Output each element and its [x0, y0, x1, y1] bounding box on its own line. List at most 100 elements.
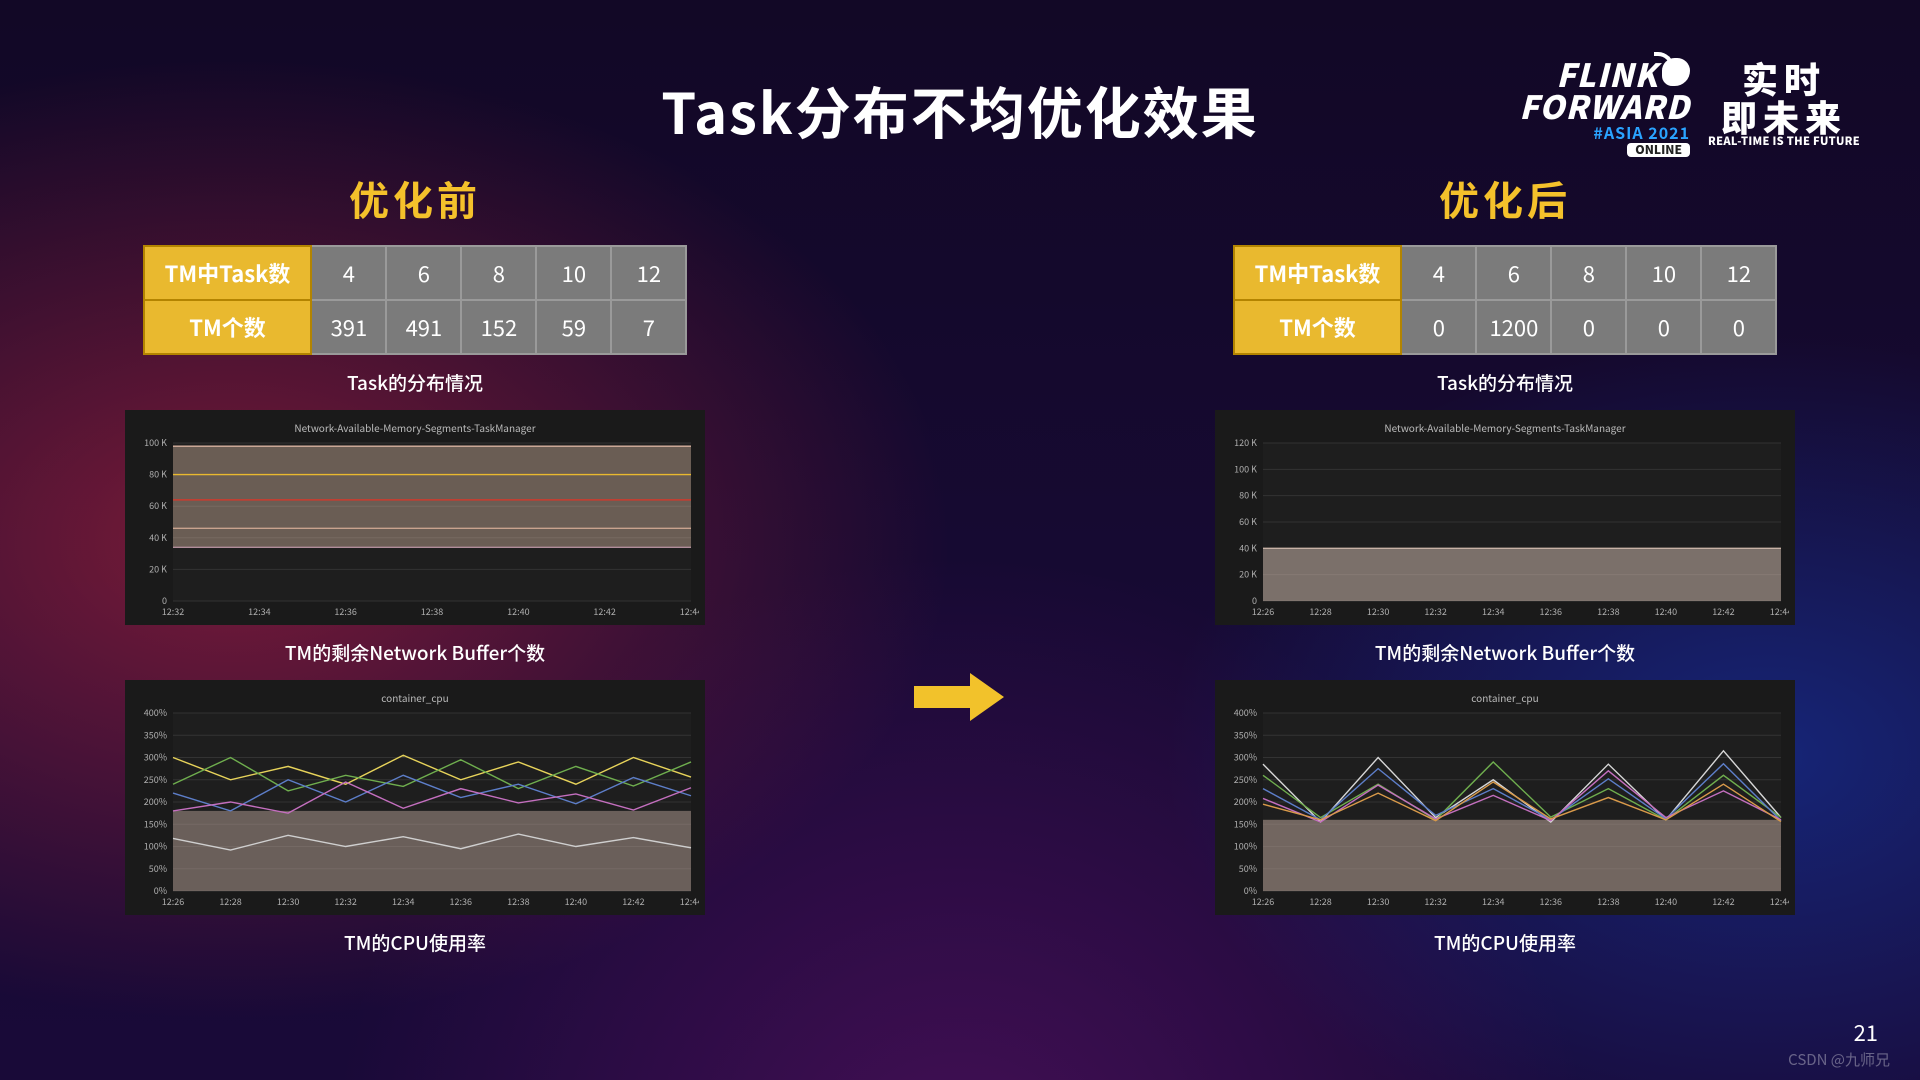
- svg-text:40 K: 40 K: [1239, 541, 1257, 554]
- table-cell: 10: [1626, 246, 1701, 300]
- svg-text:12:44: 12:44: [680, 895, 699, 908]
- svg-text:12:42: 12:42: [593, 605, 615, 618]
- svg-text:300%: 300%: [1234, 751, 1257, 764]
- page-number: 21: [1854, 1016, 1878, 1048]
- watermark: CSDN @九师兄: [1788, 1049, 1890, 1070]
- svg-text:12:38: 12:38: [507, 895, 529, 908]
- svg-text:350%: 350%: [144, 728, 167, 741]
- svg-text:20 K: 20 K: [1239, 568, 1257, 581]
- table-cell: 491: [386, 300, 461, 354]
- svg-text:12:26: 12:26: [1252, 895, 1274, 908]
- before-column: 优化前 TM中Task数 4 6 8 10 12 TM个数 391 491 15…: [115, 169, 715, 964]
- svg-text:400%: 400%: [1234, 709, 1257, 719]
- svg-text:100 K: 100 K: [1234, 462, 1257, 475]
- svg-text:12:40: 12:40: [1655, 895, 1677, 908]
- svg-text:40 K: 40 K: [149, 531, 167, 544]
- table-cell: 10: [536, 246, 611, 300]
- table-cell: 1200: [1476, 300, 1551, 354]
- svg-text:12:44: 12:44: [1770, 605, 1789, 618]
- svg-text:12:30: 12:30: [277, 895, 299, 908]
- svg-text:12:26: 12:26: [1252, 605, 1274, 618]
- svg-text:12:32: 12:32: [1424, 895, 1446, 908]
- svg-text:12:28: 12:28: [219, 895, 241, 908]
- svg-text:12:32: 12:32: [334, 895, 356, 908]
- svg-text:60 K: 60 K: [1239, 515, 1257, 528]
- svg-text:12:44: 12:44: [680, 605, 699, 618]
- svg-text:12:36: 12:36: [1540, 605, 1562, 618]
- svg-text:400%: 400%: [144, 709, 167, 719]
- svg-text:100%: 100%: [144, 840, 167, 853]
- table-row-header: TM中Task数: [1234, 246, 1402, 300]
- table-cell: 0: [1701, 300, 1776, 354]
- svg-text:80 K: 80 K: [1239, 489, 1257, 502]
- chart-title: container_cpu: [131, 686, 699, 709]
- after-table: TM中Task数 4 6 8 10 12 TM个数 0 1200 0 0 0: [1233, 245, 1778, 355]
- svg-text:50%: 50%: [149, 862, 167, 875]
- svg-text:12:38: 12:38: [1597, 605, 1619, 618]
- svg-text:60 K: 60 K: [149, 499, 167, 512]
- table-cell: 391: [311, 300, 386, 354]
- svg-text:12:30: 12:30: [1367, 895, 1389, 908]
- table-cell: 12: [611, 246, 686, 300]
- table-cell: 8: [461, 246, 536, 300]
- realtime-future-logo: 实时 即未来 REAL-TIME IS THE FUTURE: [1708, 58, 1860, 147]
- before-heading: 优化前: [349, 169, 481, 227]
- table-cell: 7: [611, 300, 686, 354]
- before-table: TM中Task数 4 6 8 10 12 TM个数 391 491 152 59…: [143, 245, 688, 355]
- svg-text:12:34: 12:34: [392, 895, 414, 908]
- conference-logo: FLINK FORWARD #ASIA 2021 ONLINE 实时 即未来 R…: [1519, 58, 1860, 157]
- svg-text:100 K: 100 K: [144, 439, 167, 449]
- flink-forward-logo: FLINK FORWARD #ASIA 2021 ONLINE: [1519, 58, 1690, 157]
- chart-caption: TM的CPU使用率: [344, 929, 486, 956]
- svg-text:12:26: 12:26: [162, 895, 184, 908]
- svg-text:12:42: 12:42: [1712, 895, 1734, 908]
- table-cell: 152: [461, 300, 536, 354]
- svg-text:12:40: 12:40: [507, 605, 529, 618]
- table-cell: 12: [1701, 246, 1776, 300]
- table-cell: 59: [536, 300, 611, 354]
- svg-text:12:30: 12:30: [1367, 605, 1389, 618]
- svg-text:12:34: 12:34: [1482, 605, 1504, 618]
- table-cell: 4: [1401, 246, 1476, 300]
- svg-text:12:42: 12:42: [622, 895, 644, 908]
- svg-text:12:32: 12:32: [1424, 605, 1446, 618]
- table-cell: 0: [1401, 300, 1476, 354]
- svg-text:100%: 100%: [1234, 840, 1257, 853]
- table-cell: 4: [311, 246, 386, 300]
- chart-caption: Task的分布情况: [1437, 369, 1573, 396]
- after-cpu-chart: container_cpu 0%50%100%150%200%250%300%3…: [1215, 680, 1795, 915]
- svg-text:150%: 150%: [1234, 817, 1257, 830]
- table-cell: 6: [386, 246, 461, 300]
- svg-text:50%: 50%: [1239, 862, 1257, 875]
- svg-text:12:28: 12:28: [1309, 605, 1331, 618]
- svg-text:120 K: 120 K: [1234, 439, 1257, 449]
- table-cell: 0: [1626, 300, 1701, 354]
- chart-title: container_cpu: [1221, 686, 1789, 709]
- svg-text:350%: 350%: [1234, 728, 1257, 741]
- svg-text:12:36: 12:36: [1540, 895, 1562, 908]
- table-cell: 6: [1476, 246, 1551, 300]
- svg-text:12:36: 12:36: [334, 605, 356, 618]
- svg-text:12:34: 12:34: [248, 605, 270, 618]
- before-buffer-chart: Network-Available-Memory-Segments-TaskMa…: [125, 410, 705, 625]
- svg-text:12:36: 12:36: [450, 895, 472, 908]
- table-cell: 0: [1551, 300, 1626, 354]
- chart-caption: TM的剩余Network Buffer个数: [1375, 639, 1635, 666]
- chart-caption: Task的分布情况: [347, 369, 483, 396]
- before-cpu-chart: container_cpu 0%50%100%150%200%250%300%3…: [125, 680, 705, 915]
- table-row-header: TM个数: [144, 300, 312, 354]
- table-row-header: TM中Task数: [144, 246, 312, 300]
- after-buffer-chart: Network-Available-Memory-Segments-TaskMa…: [1215, 410, 1795, 625]
- svg-text:12:38: 12:38: [421, 605, 443, 618]
- table-cell: 8: [1551, 246, 1626, 300]
- after-heading: 优化后: [1439, 169, 1571, 227]
- chart-title: Network-Available-Memory-Segments-TaskMa…: [1221, 416, 1789, 439]
- svg-text:12:42: 12:42: [1712, 605, 1734, 618]
- svg-text:250%: 250%: [144, 773, 167, 786]
- svg-text:300%: 300%: [144, 751, 167, 764]
- table-row-header: TM个数: [1234, 300, 1402, 354]
- chart-caption: TM的CPU使用率: [1434, 929, 1576, 956]
- svg-text:12:44: 12:44: [1770, 895, 1789, 908]
- arrow-icon: [914, 417, 1006, 717]
- svg-text:150%: 150%: [144, 817, 167, 830]
